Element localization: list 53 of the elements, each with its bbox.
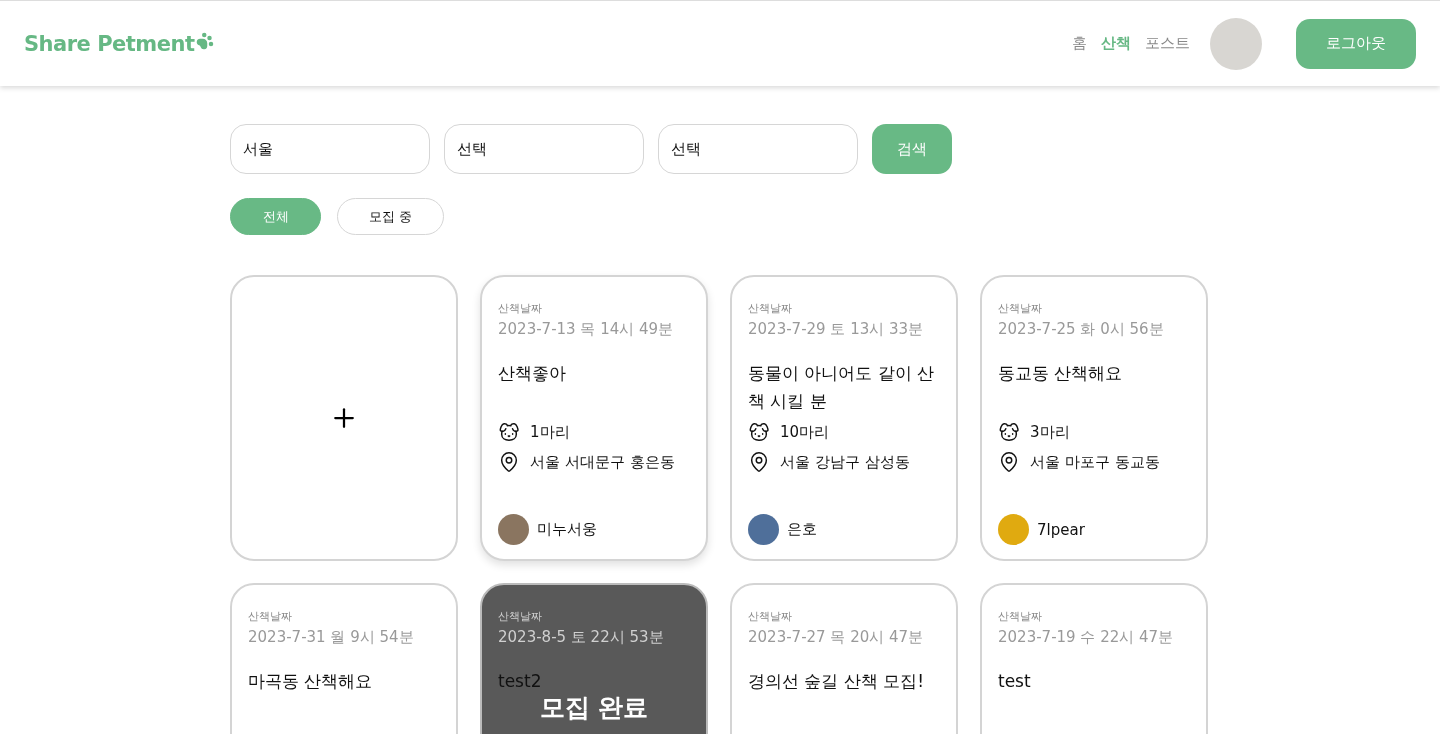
location-pin-icon xyxy=(748,451,770,473)
date-label: 산책날짜 xyxy=(748,609,793,624)
author-name: 미누서웅 xyxy=(537,520,597,539)
walk-date: 2023-7-13 목 14시 49분 xyxy=(498,320,675,339)
location-pin-icon xyxy=(498,451,520,473)
dog-count: 1마리 xyxy=(530,422,570,442)
location-pin-icon xyxy=(998,451,1020,473)
paw-icon xyxy=(196,31,215,50)
date-label: 산책날짜 xyxy=(498,609,543,624)
walk-date: 2023-7-29 토 13시 33분 xyxy=(748,320,925,339)
dog-count: 3마리 xyxy=(1030,422,1070,442)
date-label: 산책날짜 xyxy=(998,301,1043,316)
date-label: 산책날짜 xyxy=(998,609,1043,624)
post-card[interactable]: 산책날짜 2023-7-29 토 13시 33분 동물이 아니어도 같이 산책 시킬 분 10마리 서울 강남구 삼성동 은호 xyxy=(730,275,958,561)
walk-date: 2023-7-19 수 22시 47분 xyxy=(998,628,1175,647)
post-card[interactable]: 산책날짜 2023-7-31 월 9시 54분 마곡동 산책해요 xyxy=(230,583,458,734)
post-title: 산책좋아 xyxy=(498,362,566,385)
dog-icon xyxy=(498,421,520,443)
walk-date: 2023-7-27 목 20시 47분 xyxy=(748,628,925,647)
walk-date: 2023-8-5 토 22시 53분 xyxy=(498,628,665,647)
filter-tab[interactable]: 모집 중 xyxy=(337,198,444,235)
date-label: 산책날짜 xyxy=(248,609,293,624)
post-title: test2 xyxy=(498,670,542,693)
region-select[interactable]: 선택 xyxy=(658,124,858,174)
location-text: 서울 강남구 삼성동 xyxy=(780,452,910,472)
dog-count: 10마리 xyxy=(780,422,830,442)
post-title: 동교동 산책해요 xyxy=(998,362,1123,385)
closed-label: 모집 완료 xyxy=(538,692,650,724)
post-card[interactable]: 산책날짜 2023-7-25 화 0시 56분 동교동 산책해요 3마리 서울 마포구 동교동 7lpear xyxy=(980,275,1208,561)
walk-date: 2023-7-31 월 9시 54분 xyxy=(248,628,415,647)
author-name: 7lpear xyxy=(1037,520,1085,539)
post-card[interactable]: 산책날짜 2023-7-19 수 22시 47분 test xyxy=(980,583,1208,734)
location-text: 서울 서대문구 홍은동 xyxy=(530,452,675,472)
add-post-button[interactable] xyxy=(230,275,458,561)
post-title: 동물이 아니어도 같이 산책 시킬 분 xyxy=(748,362,936,413)
region-select[interactable]: 서울 xyxy=(230,124,430,174)
post-title: test xyxy=(998,670,1031,693)
dog-icon xyxy=(998,421,1020,443)
region-select[interactable]: 선택 xyxy=(444,124,644,174)
post-card[interactable]: 산책날짜 2023-7-13 목 14시 49분 산책좋아 1마리 서울 서대문구 홍은동 미누서웅 xyxy=(480,275,708,561)
dog-icon xyxy=(748,421,770,443)
profile-avatar[interactable] xyxy=(1210,17,1262,70)
nav-link[interactable]: 홈 xyxy=(1072,34,1087,53)
date-label: 산책날짜 xyxy=(748,301,793,316)
post-title: 마곡동 산책해요 xyxy=(248,670,373,693)
post-card[interactable]: 산책날짜 2023-7-27 목 20시 47분 경의선 숲길 산책 모집! xyxy=(730,583,958,734)
date-label: 산책날짜 xyxy=(498,301,543,316)
nav-link[interactable]: 포스트 xyxy=(1145,34,1190,53)
author-name: 은호 xyxy=(787,520,817,539)
walk-date: 2023-7-25 화 0시 56분 xyxy=(998,320,1165,339)
post-title: 경의선 숲길 산책 모집! xyxy=(748,670,925,693)
post-card[interactable]: 산책날짜 2023-8-5 토 22시 53분 test2 모집 완료 xyxy=(480,583,708,734)
location-text: 서울 마포구 동교동 xyxy=(1030,452,1160,472)
